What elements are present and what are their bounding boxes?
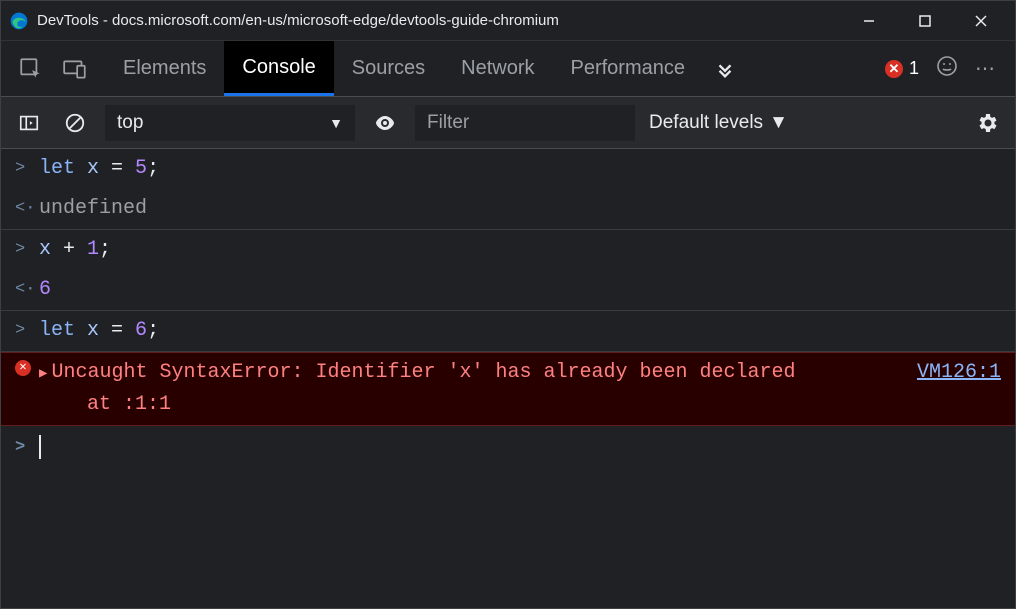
output-prompt-icon: <· [15, 274, 39, 303]
console-input-row: >let x = 6; [1, 311, 1015, 352]
code-text: let x = 6; [39, 315, 159, 347]
input-prompt-icon: > [15, 315, 39, 344]
error-count: 1 [909, 58, 919, 79]
code-text: let x = 5; [39, 153, 159, 185]
console-input-row: >x + 1; [1, 230, 1015, 270]
clear-console-icon[interactable] [59, 107, 91, 139]
execution-context-selector[interactable]: top ▼ [105, 105, 355, 141]
context-value: top [117, 112, 143, 134]
log-levels-selector[interactable]: Default levels ▼ [649, 112, 788, 134]
tab-performance[interactable]: Performance [553, 41, 704, 96]
code-text: x + 1; [39, 234, 111, 266]
console-input-row: >let x = 5; [1, 149, 1015, 189]
sidebar-toggle-icon[interactable] [13, 107, 45, 139]
panel-tabs: ElementsConsoleSourcesNetworkPerformance [105, 41, 703, 96]
filter-input[interactable] [415, 105, 635, 141]
tab-elements[interactable]: Elements [105, 41, 224, 96]
chevron-down-icon: ▼ [769, 112, 788, 134]
console-toolbar: top ▼ Default levels ▼ [1, 97, 1015, 149]
devtools-tabbar: ElementsConsoleSourcesNetworkPerformance… [1, 41, 1015, 97]
tab-sources[interactable]: Sources [334, 41, 443, 96]
console-output: >let x = 5;<·undefined>x + 1;<·6>let x =… [1, 149, 1015, 467]
console-output-row: <·undefined [1, 189, 1015, 230]
tab-console[interactable]: Console [224, 41, 333, 96]
more-tabs-button[interactable] [703, 47, 747, 91]
console-settings-icon[interactable] [971, 107, 1003, 139]
levels-label: Default levels [649, 112, 763, 134]
input-prompt-icon: > [15, 234, 39, 263]
output-prompt-icon: <· [15, 193, 39, 222]
error-count-badge[interactable]: ✕ 1 [885, 58, 919, 79]
tab-network[interactable]: Network [443, 41, 552, 96]
window-maximize-button[interactable] [911, 7, 939, 35]
input-prompt-icon: > [15, 153, 39, 182]
console-prompt[interactable]: > [1, 426, 1015, 467]
live-expression-icon[interactable] [369, 107, 401, 139]
feedback-icon[interactable] [935, 54, 959, 83]
window-minimize-button[interactable] [855, 7, 883, 35]
inspect-element-icon[interactable] [9, 47, 53, 91]
code-text: undefined [39, 193, 147, 225]
error-source-link[interactable]: VM126:1 [917, 357, 1001, 421]
window-titlebar: DevTools - docs.microsoft.com/en-us/micr… [1, 1, 1015, 41]
input-prompt-icon: > [15, 432, 39, 461]
code-text: 6 [39, 274, 51, 306]
window-close-button[interactable] [967, 7, 995, 35]
console-output-row: <·6 [1, 270, 1015, 311]
error-message: ▶Uncaught SyntaxError: Identifier 'x' ha… [39, 357, 897, 421]
chevron-down-icon: ▼ [329, 115, 343, 131]
window-title: DevTools - docs.microsoft.com/en-us/micr… [37, 12, 855, 29]
text-cursor [39, 435, 41, 459]
edge-icon [9, 11, 29, 31]
error-icon: ✕ [15, 357, 39, 376]
more-options-button[interactable]: ⋯ [975, 56, 997, 81]
error-icon: ✕ [885, 60, 903, 78]
device-toolbar-icon[interactable] [53, 47, 97, 91]
console-error-row: ✕▶Uncaught SyntaxError: Identifier 'x' h… [1, 352, 1015, 426]
